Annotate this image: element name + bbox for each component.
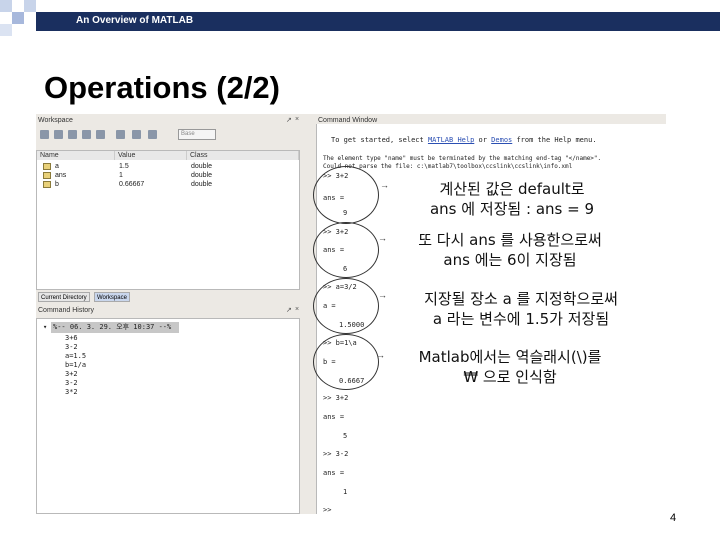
history-session-header[interactable]: %-- 06. 3. 29. 오후 10:37 --% <box>53 323 171 332</box>
cmd-output-label: ans = <box>323 469 345 477</box>
intro-text: or <box>478 136 487 144</box>
history-entry[interactable]: 3-2 <box>65 379 78 388</box>
page-number: 4 <box>670 512 677 524</box>
command-history-list: ▾ %-- 06. 3. 29. 오후 10:37 --% 3+6 3-2 a=… <box>36 318 300 514</box>
annotation-line: 계산된 값은 default로 <box>439 180 585 198</box>
workspace-table: Name Value Class a 1.5 double ans 1 doub… <box>36 150 300 290</box>
intro-line: To get started, select MATLAB Help or De… <box>331 136 597 145</box>
var-class: double <box>191 172 213 179</box>
history-entry[interactable]: 3*2 <box>65 388 78 397</box>
new-variable-icon[interactable] <box>40 130 49 139</box>
annotation-line: a 라는 변수에 1.5가 저장됨 <box>432 310 610 328</box>
column-header-class[interactable]: Class <box>187 151 299 160</box>
var-class: double <box>191 163 213 170</box>
history-entry[interactable]: b=1/a <box>65 361 86 370</box>
highlight-circle <box>313 166 379 224</box>
annotation-line: ans 에 저장됨 : ans = 9 <box>429 200 594 218</box>
history-entry[interactable]: 3+2 <box>65 370 78 379</box>
cmd-output-value: 1 <box>343 488 348 496</box>
save-icon[interactable] <box>82 130 91 139</box>
var-class: double <box>191 181 213 188</box>
stack-icon[interactable] <box>148 130 157 139</box>
cmd-prompt-line: >> 3-2 <box>323 450 349 458</box>
highlight-circle <box>313 278 379 334</box>
panel-tabs: Current Directory Workspace <box>36 292 300 302</box>
highlight-circle <box>313 334 379 390</box>
deco-square <box>12 12 24 24</box>
stack-select[interactable]: Base <box>178 129 216 140</box>
arrow-icon: → <box>380 180 389 190</box>
workspace-toolbar: Base <box>36 128 300 142</box>
history-entry[interactable]: 3-2 <box>65 343 78 352</box>
collapse-icon[interactable]: ▾ <box>43 323 47 332</box>
cmd-output-value: 5 <box>343 432 348 440</box>
annotation-line: 지장될 장소 a 를 지정학으로써 <box>424 290 618 308</box>
cmd-prompt-line: >> <box>323 506 332 514</box>
var-name[interactable]: ans <box>55 171 66 180</box>
annotation-line: ans 에는 6이 지장됨 <box>443 251 577 269</box>
panel-close-icon[interactable]: × <box>295 306 299 313</box>
panel-undock-icon[interactable]: ↗ <box>286 306 292 314</box>
annotation-line: Matlab에서는 역슬래시(\)를 <box>418 348 602 366</box>
history-entry[interactable]: a=1.5 <box>65 352 86 361</box>
var-name[interactable]: a <box>55 162 59 171</box>
variable-icon <box>43 181 51 188</box>
print-icon[interactable] <box>96 130 105 139</box>
var-value: 0.66667 <box>119 181 145 188</box>
variable-icon <box>43 163 51 170</box>
cmd-output-label: ans = <box>323 413 345 421</box>
cmd-prompt-line: >> 3+2 <box>323 394 349 402</box>
open-icon[interactable] <box>54 130 63 139</box>
tab-workspace[interactable]: Workspace <box>94 292 130 302</box>
highlight-circle <box>313 222 379 278</box>
deco-square <box>0 24 12 36</box>
slide-title: Operations (2/2) <box>44 70 280 105</box>
demos-link[interactable]: Demos <box>491 136 512 144</box>
panel-close-icon[interactable]: × <box>295 116 299 123</box>
history-entry[interactable]: 3+6 <box>65 334 78 343</box>
intro-text: To get started, select <box>331 136 424 144</box>
column-header-name[interactable]: Name <box>37 151 115 160</box>
matlab-help-link[interactable]: MATLAB Help <box>428 136 474 144</box>
plot-icon[interactable] <box>132 130 141 139</box>
deco-square <box>0 0 12 12</box>
panel-undock-icon[interactable]: ↗ <box>286 116 292 124</box>
import-icon[interactable] <box>68 130 77 139</box>
annotation-line: 또 다시 ans 를 사용한으로써 <box>418 231 602 249</box>
delete-icon[interactable] <box>116 130 125 139</box>
workspace-title: Workspace <box>38 117 73 124</box>
variable-icon <box>43 172 51 179</box>
tab-current-directory[interactable]: Current Directory <box>38 292 90 302</box>
annotation-line: ₩ 으로 인식함 <box>463 368 557 386</box>
column-header-value[interactable]: Value <box>115 151 187 160</box>
var-value: 1 <box>119 172 123 179</box>
intro-text: from the Help menu. <box>516 136 597 144</box>
deco-square <box>24 0 36 12</box>
slide-header-text: An Overview of MATLAB <box>76 15 194 26</box>
command-history-title: Command History <box>38 307 95 314</box>
var-name[interactable]: b <box>55 180 59 189</box>
var-value: 1.5 <box>119 163 129 170</box>
